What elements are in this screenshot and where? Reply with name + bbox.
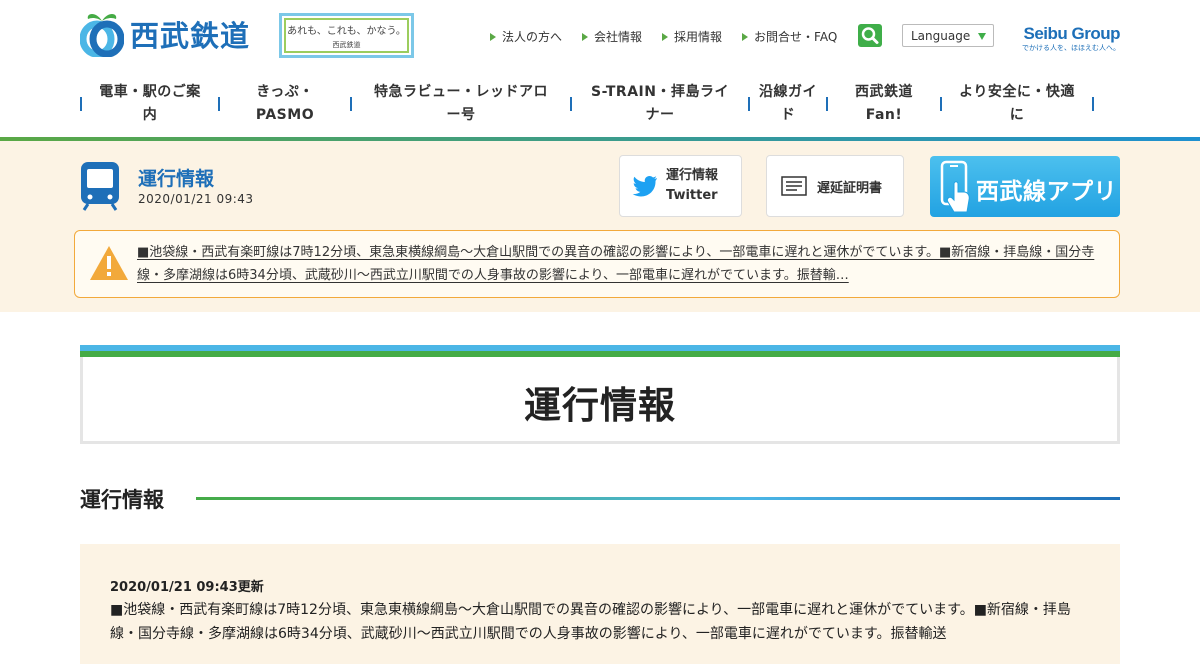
- warning-icon: [90, 246, 128, 280]
- group-logo-text: Seibu Group: [1023, 24, 1121, 43]
- seibu-logo-icon: [80, 14, 124, 57]
- util-link-company[interactable]: 会社情報: [582, 28, 642, 45]
- twitter-label-1: 運行情報: [666, 168, 719, 183]
- nav-limited-express[interactable]: 特急ラビュー・レッドアロー号: [352, 80, 570, 128]
- section-divider: [196, 497, 1120, 500]
- nav-safety-comfort[interactable]: より安全に・快適に: [942, 80, 1092, 128]
- chevron-down-icon: [978, 33, 986, 40]
- slogan-banner[interactable]: あれも、これも、かなう。 西武鉄道: [279, 13, 414, 58]
- section-title: 運行情報: [80, 488, 164, 512]
- nav-seibu-fan[interactable]: 西武鉄道Fan!: [828, 80, 940, 128]
- seibu-group-logo[interactable]: Seibu Group でかける人を、ほほえむ人へ。: [1022, 24, 1121, 53]
- document-icon: [781, 176, 807, 196]
- nav-tickets-pasmo[interactable]: きっぷ・PASMO: [220, 80, 350, 128]
- delay-certificate-button[interactable]: 遅延証明書: [766, 155, 904, 217]
- service-alert[interactable]: ■池袋線・西武有楽町線は7時12分頃、東急東横線綱島～大倉山駅間での異音の確認の…: [74, 230, 1120, 298]
- slogan-sub: 西武鉄道: [332, 40, 361, 49]
- arrow-right-icon: [662, 32, 669, 41]
- train-icon: [81, 162, 119, 211]
- nav-trains-stations[interactable]: 電車・駅のご案内: [82, 80, 218, 128]
- nav-s-train[interactable]: S-TRAIN・拝島ライナー: [572, 80, 748, 128]
- seibu-app-label: 西武線アプリ: [976, 179, 1117, 205]
- service-info-text: ■池袋線・西武有楽町線は7時12分頃、東急東横線綱島～大倉山駅間での異音の確認の…: [110, 602, 1071, 642]
- language-label: Language: [911, 29, 971, 43]
- twitter-icon: [632, 175, 657, 197]
- page-title-box: 運行情報: [80, 345, 1120, 444]
- arrow-right-icon: [582, 32, 589, 41]
- util-link-corporate[interactable]: 法人の方へ: [490, 28, 562, 45]
- smartphone-hand-icon: [940, 160, 970, 213]
- util-link-recruit[interactable]: 採用情報: [662, 28, 722, 45]
- arrow-right-icon: [742, 32, 749, 41]
- service-info-box: 2020/01/21 09:43更新 ■池袋線・西武有楽町線は7時12分頃、東急…: [80, 544, 1120, 664]
- seibu-app-button[interactable]: 西武線アプリ: [930, 156, 1120, 217]
- global-nav: 電車・駅のご案内 きっぷ・PASMO 特急ラビュー・レッドアロー号 S-TRAI…: [80, 80, 1120, 128]
- status-timestamp: 2020/01/21 09:43: [138, 192, 254, 206]
- twitter-button[interactable]: 運行情報 Twitter: [619, 155, 742, 217]
- utility-links: 法人の方へ 会社情報 採用情報 お問合せ・FAQ: [490, 28, 837, 45]
- group-tagline: でかける人を、ほほえむ人へ。: [1022, 44, 1120, 52]
- language-select[interactable]: Language: [902, 24, 994, 47]
- slogan-main: あれも、これも、かなう。: [287, 25, 406, 37]
- search-button[interactable]: [858, 24, 882, 47]
- util-link-contact[interactable]: お問合せ・FAQ: [742, 28, 837, 45]
- delay-certificate-label: 遅延証明書: [817, 180, 883, 196]
- nav-line-guide[interactable]: 沿線ガイド: [750, 80, 826, 128]
- status-title: 運行情報: [138, 168, 215, 190]
- page-title: 運行情報: [524, 384, 676, 427]
- site-logo[interactable]: 西武鉄道: [80, 11, 250, 57]
- arrow-right-icon: [490, 32, 496, 41]
- alert-text[interactable]: ■池袋線・西武有楽町線は7時12分頃、東急東横線綱島～大倉山駅間での異音の確認の…: [137, 241, 1107, 289]
- search-icon: [861, 27, 879, 44]
- updated-timestamp: 2020/01/21 09:43更新: [110, 580, 264, 595]
- site-header: 西武鉄道 あれも、これも、かなう。 西武鉄道 法人の方へ 会社情報 採用情報 お…: [0, 0, 1200, 141]
- logo-text: 西武鉄道: [130, 19, 251, 53]
- twitter-label-2: Twitter: [666, 188, 718, 203]
